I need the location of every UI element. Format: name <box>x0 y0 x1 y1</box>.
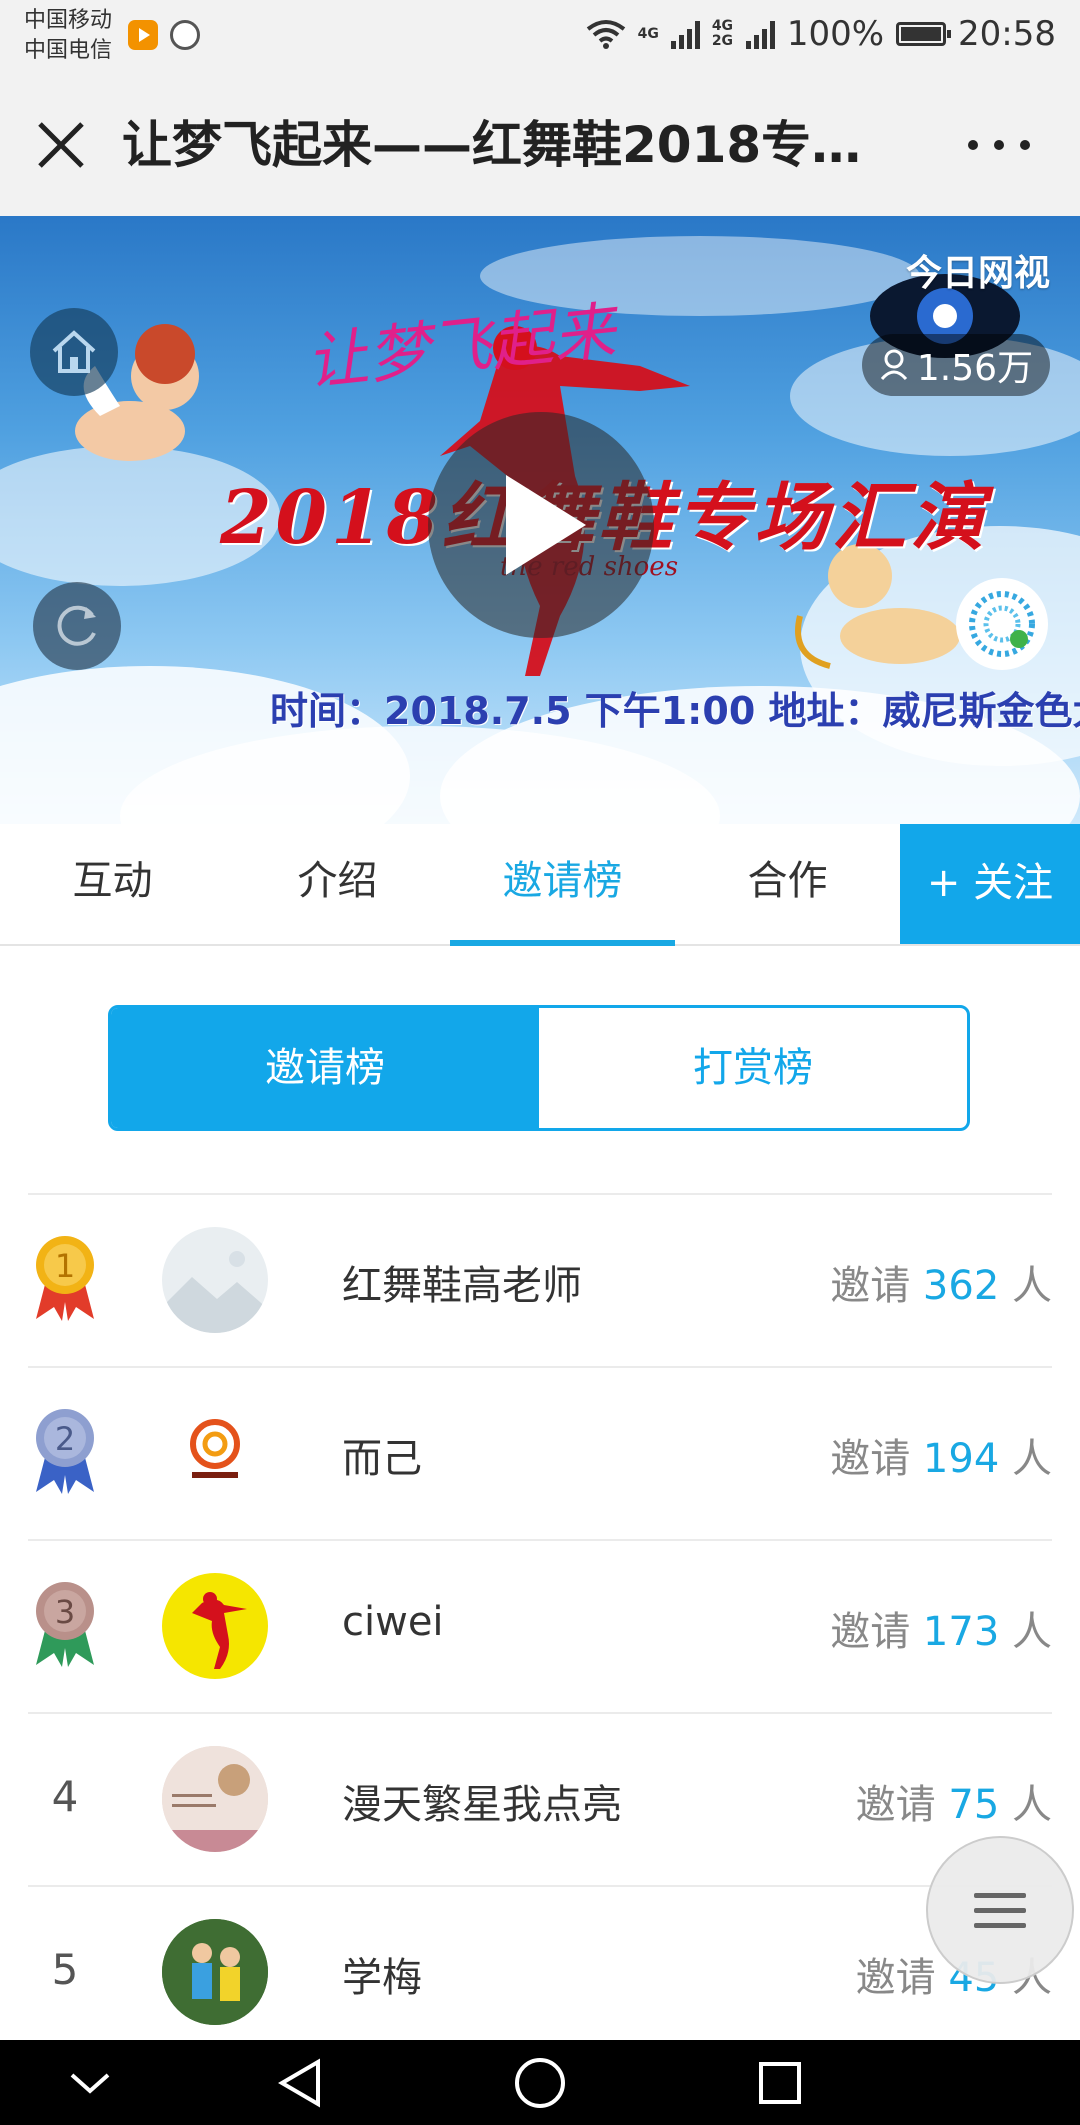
ranking-segment: 邀请榜 打赏榜 <box>108 1005 970 1131</box>
system-nav-bar <box>0 2040 1080 2125</box>
list-item[interactable]: 1 红舞鞋高老师 邀请 362 人 <box>28 1195 1052 1368</box>
bronze-medal-icon: 3 <box>28 1579 102 1669</box>
carrier-1: 中国移动 <box>24 8 113 33</box>
avatar <box>162 1746 268 1852</box>
leaderboard-list: 1 红舞鞋高老师 邀请 362 人 2 而己 邀请 194 人 3 ciwei … <box>28 1193 1052 2060</box>
svg-text:3: 3 <box>55 1593 75 1631</box>
view-count: 1.56万 <box>916 348 1034 389</box>
status-right: 4G 4G 2G 100% 20:58 <box>586 14 1056 54</box>
tab-cooperation[interactable]: 合作 <box>675 824 900 944</box>
tab-intro[interactable]: 介绍 <box>225 824 450 944</box>
back-icon[interactable] <box>240 2040 360 2125</box>
refresh-icon <box>57 605 96 646</box>
user-name: 漫天繁星我点亮 <box>342 1782 622 1828</box>
wifi-icon <box>586 20 625 49</box>
battery-percent: 100% <box>786 14 885 54</box>
list-item[interactable]: 5 学梅 邀请 45 人 <box>28 1887 1052 2060</box>
play-button[interactable] <box>428 412 654 638</box>
tab-bar: 互动 介绍 邀请榜 合作 + 关注 <box>0 824 1080 946</box>
follow-button[interactable]: + 关注 <box>900 824 1080 944</box>
network-type-1: 4G <box>637 25 659 42</box>
segment-invite-ranking[interactable]: 邀请榜 <box>111 1008 539 1128</box>
svg-text:2: 2 <box>55 1420 75 1458</box>
status-bar: 中国移动 中国电信 4G 4G 2G 100% 20:58 <box>0 0 1080 74</box>
user-name: ciwei <box>342 1599 444 1645</box>
person-icon <box>880 349 908 381</box>
rank-number: 5 <box>51 1945 79 1994</box>
network-type-2: 4G 2G <box>711 18 734 49</box>
close-icon[interactable] <box>34 118 88 172</box>
list-item[interactable]: 3 ciwei 邀请 173 人 <box>28 1541 1052 1714</box>
tab-interaction[interactable]: 互动 <box>0 824 225 944</box>
title-bar: 让梦飞起来——红舞鞋2018专… <box>0 74 1080 216</box>
refresh-button[interactable] <box>33 582 121 670</box>
avatar <box>162 1919 268 2025</box>
event-info: 时间：2018.7.5 下午1:00 地址：威尼斯金色大厅 <box>270 689 1080 733</box>
svg-text:1: 1 <box>55 1247 75 1285</box>
clock: 20:58 <box>958 14 1056 54</box>
video-app-notification-icon <box>128 20 158 50</box>
invite-count: 邀请 194 人 <box>830 1436 1052 1482</box>
mini-program-icon[interactable] <box>956 578 1048 670</box>
home-nav-icon[interactable] <box>480 2040 600 2125</box>
list-item[interactable]: 4 漫天繁星我点亮 邀请 75 人 <box>28 1714 1052 1887</box>
user-name: 而己 <box>342 1436 422 1482</box>
rank-number: 4 <box>51 1772 79 1821</box>
battery-icon <box>896 22 952 46</box>
view-count-badge: 1.56万 <box>862 334 1050 396</box>
invite-count: 邀请 173 人 <box>830 1609 1052 1655</box>
home-icon <box>52 330 96 373</box>
carrier-labels: 中国移动 中国电信 <box>24 6 112 66</box>
invite-count: 邀请 362 人 <box>830 1263 1052 1309</box>
recents-icon[interactable] <box>720 2040 840 2125</box>
avatar <box>162 1227 268 1333</box>
user-name: 红舞鞋高老师 <box>342 1263 582 1309</box>
list-item[interactable]: 2 而己 邀请 194 人 <box>28 1368 1052 1541</box>
segment-reward-ranking[interactable]: 打赏榜 <box>539 1008 967 1128</box>
invite-count: 邀请 75 人 <box>855 1782 1052 1828</box>
carrier-2: 中国电信 <box>24 38 113 63</box>
tab-invite-ranking[interactable]: 邀请榜 <box>450 824 675 946</box>
avatar <box>162 1573 268 1679</box>
user-name: 学梅 <box>342 1955 422 2001</box>
gold-medal-icon: 1 <box>28 1233 102 1323</box>
avatar <box>162 1400 268 1506</box>
banner-brand: 今日网视 <box>905 253 1050 294</box>
silver-medal-icon: 2 <box>28 1406 102 1496</box>
home-button[interactable] <box>30 308 118 396</box>
floating-menu-button[interactable] <box>926 1836 1074 1984</box>
play-icon <box>506 475 586 575</box>
video-banner[interactable]: 让梦飞起来 今日网视 1.56万 2018红舞鞋专场汇演 the red sho… <box>0 216 1080 824</box>
app-notification-icon <box>170 20 200 50</box>
collapse-icon[interactable] <box>30 2040 150 2125</box>
more-dots-icon[interactable] <box>968 128 1030 162</box>
page-title: 让梦飞起来——红舞鞋2018专… <box>122 116 862 174</box>
signal-icon-2 <box>745 19 775 49</box>
signal-icon-1 <box>670 19 700 49</box>
